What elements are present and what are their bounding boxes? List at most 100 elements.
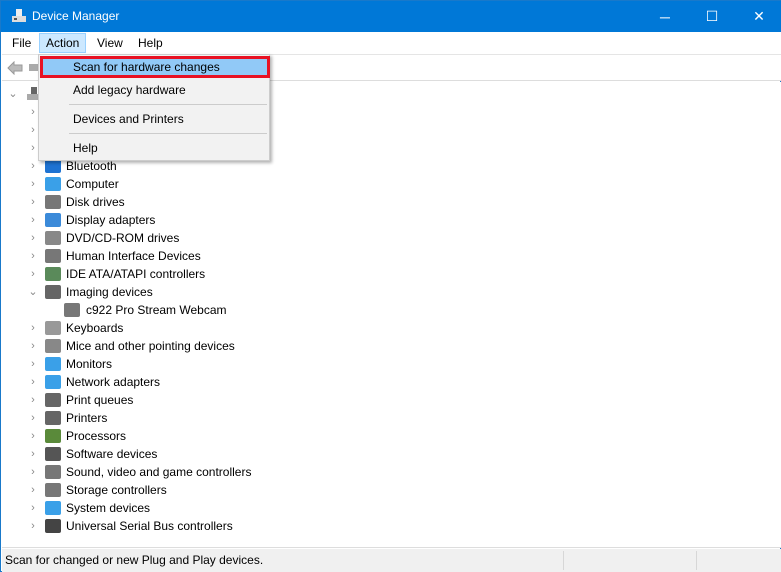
maximize-button[interactable]: ☐ (689, 1, 735, 32)
tree-item-label: Computer (66, 177, 119, 191)
monitor-icon (45, 357, 61, 371)
tree-root[interactable]: ⌄ (8, 85, 41, 103)
menu-separator (69, 133, 267, 134)
tree-item[interactable]: ⌄ Imaging devices (28, 283, 328, 301)
back-arrow-icon[interactable] (7, 61, 23, 75)
menu-view[interactable]: View (91, 33, 129, 53)
tree-item-label: Print queues (66, 393, 134, 407)
tree-item[interactable]: › System devices (28, 499, 328, 517)
menu-separator (69, 104, 267, 105)
ide-controller-icon (45, 267, 61, 281)
menu-item-devices-and-printers[interactable]: Devices and Printers (41, 108, 267, 130)
device-manager-window: Device Manager ─ ☐ ✕ File Action View He… (0, 0, 781, 572)
chevron-right-icon[interactable]: › (28, 409, 38, 427)
tree-child-label: c922 Pro Stream Webcam (86, 303, 227, 317)
tree-item-label: Imaging devices (66, 285, 153, 299)
tree-child-item[interactable]: c922 Pro Stream Webcam (64, 301, 264, 319)
chevron-right-icon[interactable]: › (28, 121, 38, 139)
tree-item-label: Display adapters (66, 213, 156, 227)
chevron-right-icon[interactable]: › (28, 463, 38, 481)
printer-icon (45, 411, 61, 425)
chevron-right-icon[interactable]: › (28, 157, 38, 175)
chevron-right-icon[interactable]: › (28, 355, 38, 373)
chevron-down-icon[interactable]: ⌄ (8, 85, 18, 103)
chevron-right-icon[interactable]: › (28, 319, 38, 337)
webcam-icon (64, 303, 80, 317)
status-text: Scan for changed or new Plug and Play de… (5, 553, 264, 567)
chevron-right-icon[interactable]: › (28, 373, 38, 391)
tree-item[interactable]: › Disk drives (28, 193, 328, 211)
tree-item[interactable]: › IDE ATA/ATAPI controllers (28, 265, 328, 283)
tree-item-label: Network adapters (66, 375, 161, 389)
computer-icon (45, 177, 61, 191)
chevron-right-icon[interactable]: › (28, 427, 38, 445)
tree-item-label: Monitors (66, 357, 113, 371)
tree-item[interactable]: › Storage controllers (28, 481, 328, 499)
menu-bar: File Action View Help (2, 32, 781, 54)
tree-item[interactable]: › Software devices (28, 445, 328, 463)
menu-action[interactable]: Action (39, 33, 87, 53)
tree-item-label: Human Interface Devices (66, 249, 201, 263)
tree-item[interactable]: › Universal Serial Bus controllers (28, 517, 328, 535)
status-bar: Scan for changed or new Plug and Play de… (2, 549, 781, 572)
chevron-right-icon[interactable]: › (28, 499, 38, 517)
menu-item-help[interactable]: Help (41, 137, 267, 159)
menu-item-scan-for-hardware-changes[interactable]: Scan for hardware changes (40, 56, 270, 78)
chevron-down-icon[interactable]: ⌄ (28, 283, 38, 301)
close-button[interactable]: ✕ (736, 1, 781, 32)
menu-item-add-legacy-hardware[interactable]: Add legacy hardware (41, 79, 267, 101)
minimize-button[interactable]: ─ (642, 1, 688, 32)
chevron-right-icon[interactable]: › (28, 517, 38, 535)
chevron-right-icon[interactable]: › (28, 193, 38, 211)
menu-file[interactable]: File (6, 33, 37, 53)
tree-item[interactable]: › Computer (28, 175, 328, 193)
menu-help[interactable]: Help (132, 33, 169, 53)
tree-item-label: Software devices (66, 447, 158, 461)
network-adapter-icon (45, 375, 61, 389)
keyboard-icon (45, 321, 61, 335)
title-bar: Device Manager ─ ☐ ✕ (1, 1, 781, 32)
chevron-right-icon[interactable]: › (28, 445, 38, 463)
tree-item-label: Storage controllers (66, 483, 167, 497)
tree-item-label: Sound, video and game controllers (66, 465, 252, 479)
mouse-icon (45, 339, 61, 353)
tree-item[interactable]: › Print queues (28, 391, 328, 409)
chevron-right-icon[interactable]: › (28, 391, 38, 409)
chevron-right-icon[interactable]: › (28, 337, 38, 355)
chevron-right-icon[interactable]: › (28, 265, 38, 283)
chevron-right-icon[interactable]: › (28, 139, 38, 157)
tree-item-label: Printers (66, 411, 108, 425)
display-adapter-icon (45, 213, 61, 227)
chevron-right-icon[interactable]: › (28, 481, 38, 499)
tree-item-label: Keyboards (66, 321, 124, 335)
software-device-icon (45, 447, 61, 461)
status-divider (563, 551, 564, 570)
tree-item[interactable]: › Keyboards (28, 319, 328, 337)
tree-item-label: System devices (66, 501, 151, 515)
tree-item[interactable]: › Network adapters (28, 373, 328, 391)
tree-item[interactable]: › Sound, video and game controllers (28, 463, 328, 481)
chevron-right-icon[interactable]: › (28, 175, 38, 193)
tree-item[interactable]: › Human Interface Devices (28, 247, 328, 265)
bluetooth-icon (45, 159, 61, 173)
hid-icon (45, 249, 61, 263)
tree-item[interactable]: › Display adapters (28, 211, 328, 229)
chevron-right-icon[interactable]: › (28, 103, 38, 121)
tree-item-label: Universal Serial Bus controllers (66, 519, 233, 533)
device-manager-icon (12, 9, 26, 22)
tree-item[interactable]: › Mice and other pointing devices (28, 337, 328, 355)
tree-item[interactable]: › Monitors (28, 355, 328, 373)
chevron-right-icon[interactable]: › (28, 247, 38, 265)
tree-item[interactable]: › Printers (28, 409, 328, 427)
dvd-icon (45, 231, 61, 245)
window-title: Device Manager (32, 9, 120, 23)
speaker-icon (45, 465, 61, 479)
processor-icon (45, 429, 61, 443)
camera-icon (45, 285, 61, 299)
tree-item[interactable]: › Processors (28, 427, 328, 445)
tree-item[interactable]: › DVD/CD-ROM drives (28, 229, 328, 247)
tree-item-label: IDE ATA/ATAPI controllers (66, 267, 206, 281)
chevron-right-icon[interactable]: › (28, 229, 38, 247)
chevron-right-icon[interactable]: › (28, 211, 38, 229)
usb-icon (45, 519, 61, 533)
